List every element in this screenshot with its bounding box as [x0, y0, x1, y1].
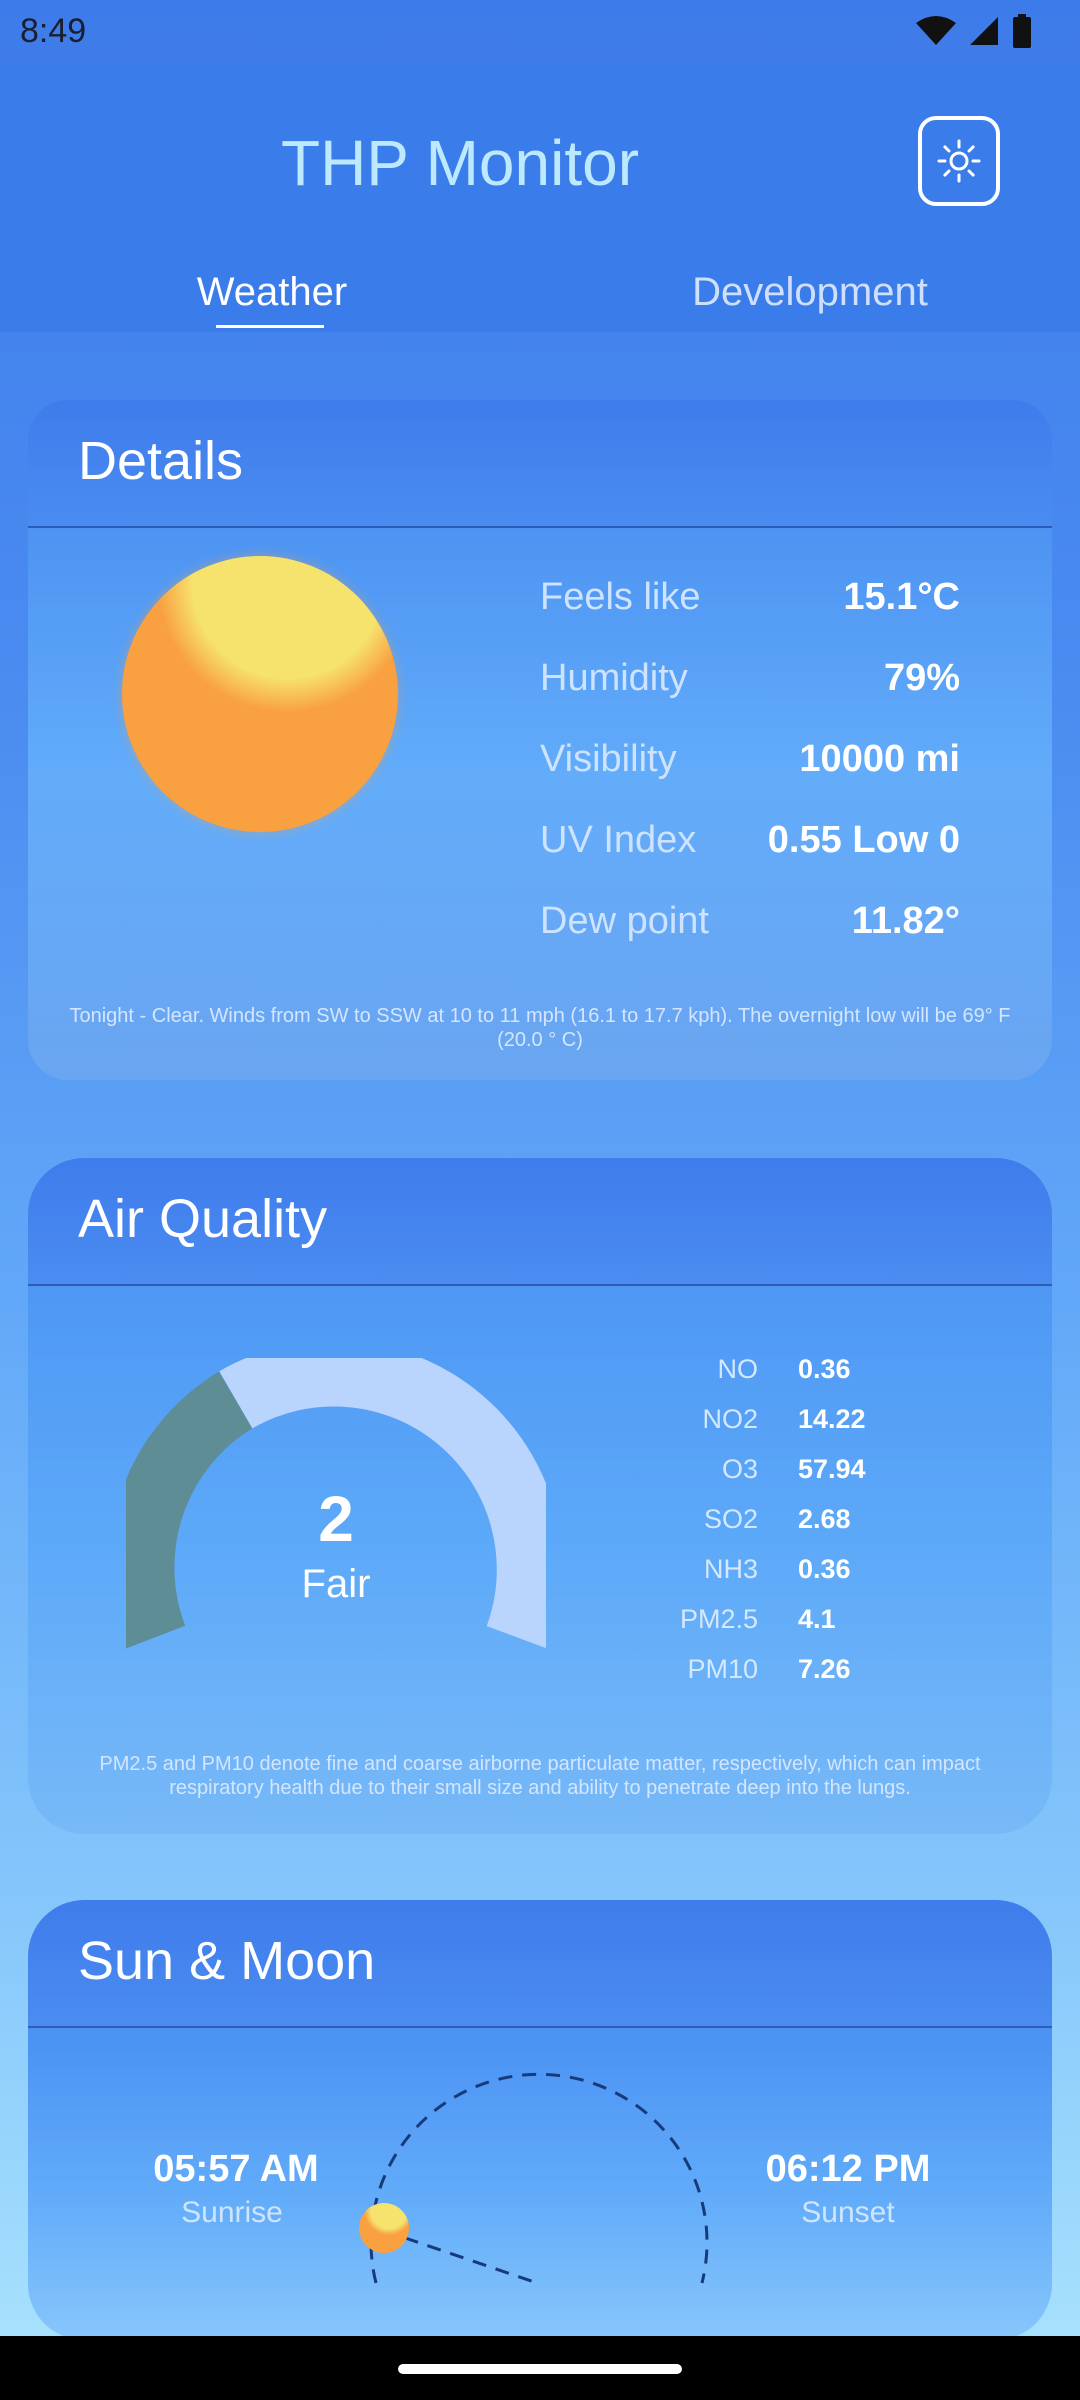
- battery-icon: [1013, 14, 1031, 48]
- metric-value-dew-point: 11.82°: [851, 900, 960, 942]
- status-icons: [916, 14, 1032, 48]
- metric-label-dew-point: Dew point: [540, 900, 709, 942]
- signal-icon: [970, 17, 998, 45]
- sun-moon-header: Sun & Moon: [28, 1900, 1052, 2028]
- sunrise-label: Sunrise: [181, 2196, 283, 2229]
- metric-value-feels-like: 15.1°C: [843, 576, 960, 618]
- sun-position-marker: [359, 2203, 409, 2253]
- metric-label-humidity: Humidity: [540, 657, 688, 699]
- metric-label-feels-like: Feels like: [540, 576, 701, 618]
- metric-value-uv-index: 0.55 Low 0: [767, 819, 960, 861]
- sun-path-arc: [359, 2072, 709, 2286]
- weather-sun-icon: [120, 554, 400, 834]
- pollutant-value-o3: 57.94: [798, 1454, 866, 1484]
- metric-value-humidity: 79%: [883, 657, 960, 699]
- air-quality-title: Air Quality: [78, 1189, 328, 1249]
- details-title: Details: [78, 431, 244, 491]
- pollutant-value-pm25: 4.1: [798, 1604, 836, 1634]
- sun-moon-title: Sun & Moon: [78, 1931, 376, 1991]
- pollutant-name-o3: O3: [721, 1454, 758, 1484]
- air-quality-note: PM2.5 and PM10 denote fine and coarse ai…: [99, 1753, 981, 1799]
- aqi-value: 2: [318, 1483, 354, 1555]
- app-bar: THP Monitor Weather Development: [0, 64, 1080, 332]
- pollutant-name-pm25: PM2.5: [679, 1604, 758, 1634]
- details-card: Details Feels like 15.1°C Humidity 79% V…: [28, 400, 1052, 1080]
- details-header: Details: [28, 400, 1052, 528]
- status-time: 8:49: [20, 12, 87, 50]
- tab-weather[interactable]: Weather: [180, 270, 364, 315]
- pollutant-name-pm10: PM10: [687, 1654, 758, 1684]
- air-quality-card: Air Quality 2 Fair NO 0.36 NO2 14.22 O3 …: [28, 1158, 1052, 1834]
- pollutant-value-no: 0.36: [798, 1354, 851, 1384]
- metric-value-visibility: 10000 mi: [799, 738, 960, 780]
- status-bar: 8:49: [0, 0, 1080, 64]
- pollutant-name-so2: SO2: [703, 1504, 758, 1534]
- system-nav-bar: [0, 2336, 1080, 2400]
- air-quality-body: 2 Fair NO 0.36 NO2 14.22 O3 57.94 SO2 2.…: [28, 1286, 1052, 1834]
- aqi-label: Fair: [301, 1562, 371, 1606]
- pollutant-name-no: NO: [717, 1354, 759, 1384]
- pollutant-value-no2: 14.22: [798, 1404, 866, 1434]
- pollutant-value-nh3: 0.36: [798, 1554, 851, 1584]
- metric-label-visibility: Visibility: [540, 738, 677, 780]
- pollutant-name-no2: NO2: [702, 1404, 758, 1434]
- pollutant-value-so2: 2.68: [798, 1504, 851, 1534]
- metric-label-uv-index: UV Index: [540, 819, 697, 861]
- details-forecast-note: Tonight - Clear. Winds from SW to SSW at…: [69, 1005, 1011, 1051]
- wifi-icon: [916, 16, 956, 45]
- pollutant-name-nh3: NH3: [703, 1554, 758, 1584]
- sun-moon-card: Sun & Moon 05:57 AM Sunrise 06:12 PM Sun…: [28, 1900, 1052, 2340]
- air-quality-header: Air Quality: [28, 1158, 1052, 1286]
- home-gesture-handle[interactable]: [398, 2364, 682, 2374]
- tab-development[interactable]: Development: [680, 270, 940, 315]
- sun-moon-body: 05:57 AM Sunrise 06:12 PM Sunset: [28, 2028, 1052, 2340]
- sun-icon: [937, 139, 981, 183]
- pollutant-value-pm10: 7.26: [798, 1654, 851, 1684]
- details-body: Feels like 15.1°C Humidity 79% Visibilit…: [28, 528, 1052, 1080]
- theme-toggle-button[interactable]: [918, 116, 1000, 206]
- tab-indicator: [216, 325, 324, 328]
- app-title: THP Monitor: [280, 127, 640, 199]
